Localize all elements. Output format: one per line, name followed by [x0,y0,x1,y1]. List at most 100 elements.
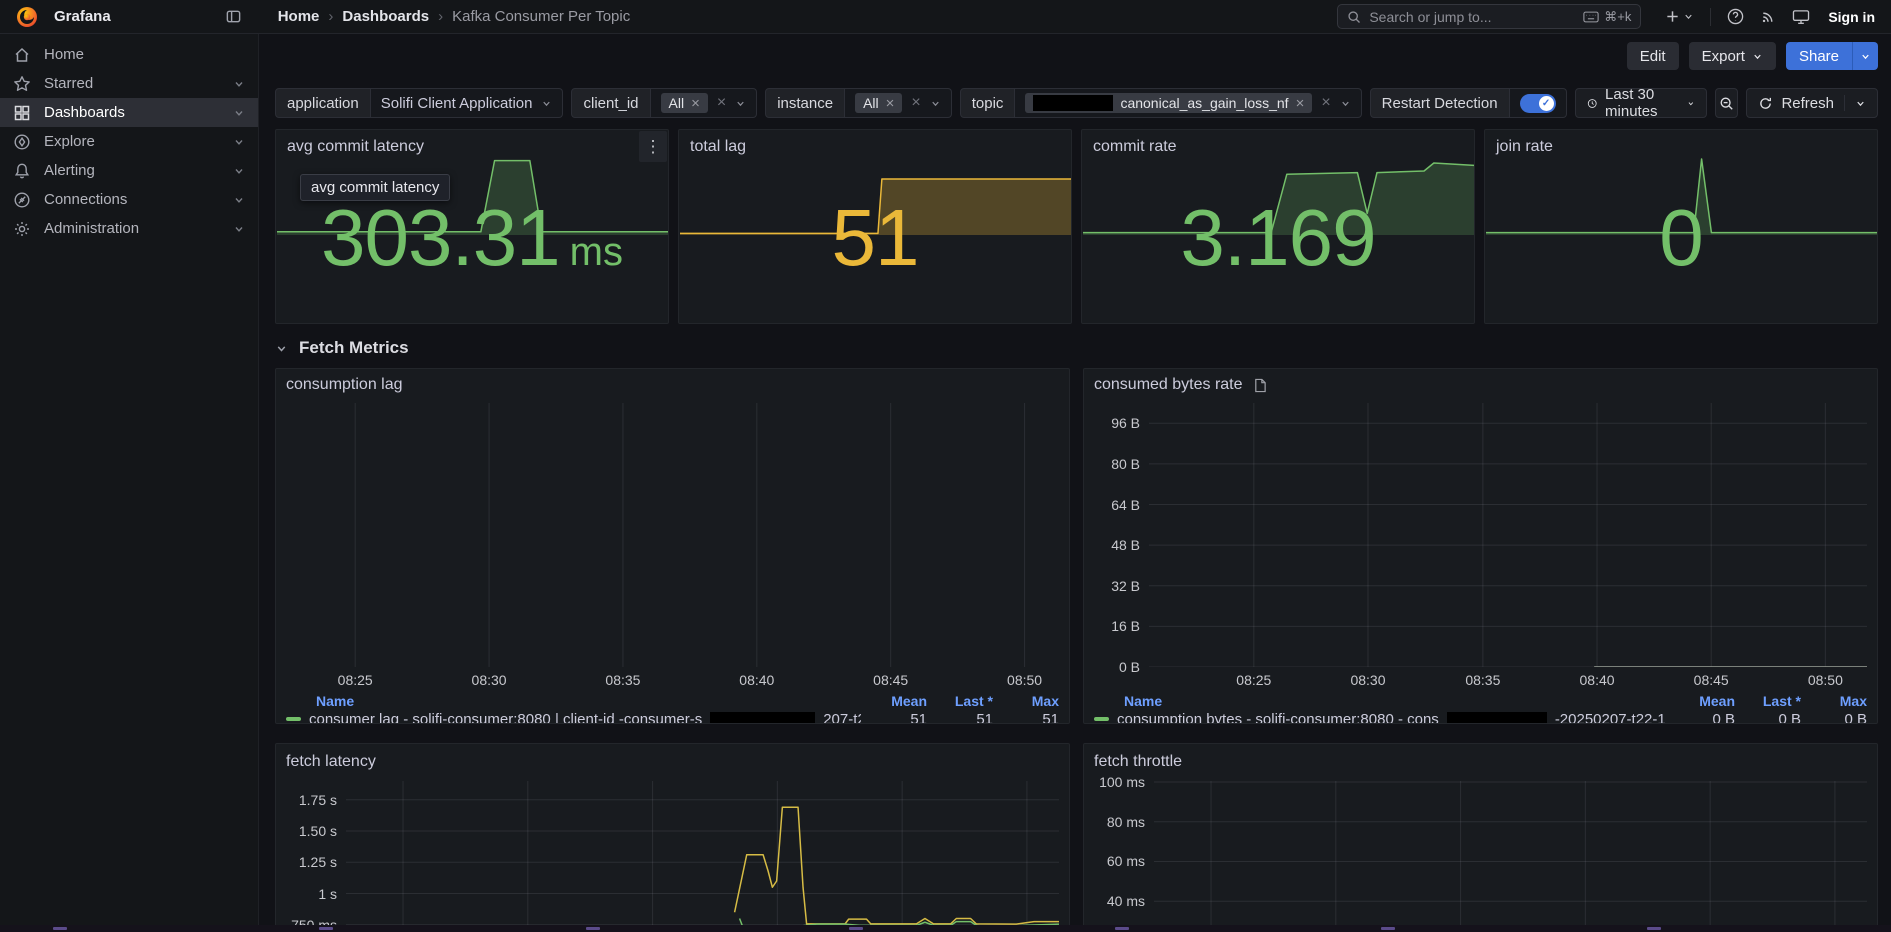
plot-area[interactable] [1149,403,1867,667]
breadcrumb-home[interactable]: Home [278,8,320,25]
plot-area[interactable] [294,403,1059,667]
plot-area[interactable] [346,781,1059,931]
consumption-lag-chart: 08:2508:3008:3508:4008:4508:50 [286,403,1059,689]
sidebar-item-label: Alerting [44,162,95,179]
clear-filter-icon[interactable]: × [717,94,726,112]
sidebar-item-starred[interactable]: Starred [0,69,258,98]
sidebar-item-home[interactable]: Home [0,40,258,69]
sign-in-button[interactable]: Sign in [1828,9,1875,25]
chevron-down-icon [735,98,746,109]
share-button[interactable]: Share [1786,42,1852,70]
filter-application: application Solifi Client Application [275,88,563,118]
sidebar-item-dashboards[interactable]: Dashboards [0,98,258,127]
series-last: 51 [927,711,993,725]
news-rss-icon[interactable] [1760,9,1776,25]
nav-icons [1665,8,1810,26]
chevron-down-icon [1687,98,1695,109]
legend-header-last[interactable]: Last * [927,693,993,709]
remove-value-icon[interactable]: × [691,96,700,111]
clear-filter-icon[interactable]: × [911,94,920,112]
chevron-down-icon[interactable] [1855,98,1866,109]
add-new-button[interactable] [1665,9,1694,24]
legend-header-mean[interactable]: Mean [1669,693,1735,709]
remove-value-icon[interactable]: × [1296,96,1305,111]
breadcrumb-dashboards[interactable]: Dashboards [342,8,429,25]
panel-consumption-lag[interactable]: consumption lag 08:2508:3008:3508:4008:4… [275,368,1070,724]
filter-value-pill[interactable]: All× [855,93,902,113]
sidebar-item-connections[interactable]: Connections [0,185,258,214]
chevron-down-icon[interactable] [233,194,245,206]
legend-header-max[interactable]: Max [993,693,1059,709]
legend-header-name[interactable]: Name [1094,693,1669,709]
time-range-picker[interactable]: Last 30 minutes [1575,88,1707,118]
client-id-select[interactable]: All× × [651,88,758,118]
charts-row-2: fetch latency 1.75 s1.50 s1.25 s1 s750 m… [275,743,1878,932]
sidebar-item-alerting[interactable]: Alerting [0,156,258,185]
sidebar-item-explore[interactable]: Explore [0,127,258,156]
stat-panel-avg-commit-latency[interactable]: avg commit latency ⋮ avg commit latency … [275,129,669,324]
stat-panel-commit-rate[interactable]: commit rate 3.169 [1081,129,1475,324]
help-icon[interactable] [1727,8,1744,25]
stat-value: 3.169 [1180,198,1375,278]
stat-unit: ms [570,230,623,275]
search-placeholder: Search or jump to... [1369,9,1575,25]
filter-label: client_id [571,88,650,118]
refresh-button[interactable]: Refresh [1746,88,1878,118]
search-input[interactable]: Search or jump to... ⌘+k [1337,4,1641,29]
panel-title: consumed bytes rate [1094,376,1243,394]
series-color-swatch [1094,717,1109,721]
plot-area[interactable] [1154,781,1867,931]
legend-series-row[interactable]: consumption bytes - solifi-consumer:8080… [1094,710,1867,724]
legend-header-last[interactable]: Last * [1735,693,1801,709]
stat-panel-total-lag[interactable]: total lag 51 [678,129,1072,324]
filter-value-pill[interactable]: All× [661,93,708,113]
sidebar-item-label: Starred [44,75,93,92]
zoom-out-icon [1719,96,1734,111]
breadcrumb-current: Kafka Consumer Per Topic [452,8,630,25]
zoom-out-button[interactable] [1715,88,1739,118]
series-mean: 51 [861,711,927,725]
chevron-down-icon[interactable] [233,165,245,177]
section-fetch-metrics[interactable]: Fetch Metrics [275,337,1878,359]
panel-menu-icon[interactable]: ⋮ [639,131,667,162]
filter-value-pill[interactable]: canonical_as_gain_loss_nf × [1025,93,1312,113]
axis-spacer [286,667,294,689]
filter-topic: topic canonical_as_gain_loss_nf × × [960,88,1362,118]
legend-header-max[interactable]: Max [1801,693,1867,709]
grafana-logo-icon[interactable] [16,6,38,28]
panel-consumed-bytes-rate[interactable]: consumed bytes rate 96 B80 B64 B48 B32 B… [1083,368,1878,724]
chevron-down-icon[interactable] [233,136,245,148]
charts-row-1: consumption lag 08:2508:3008:3508:4008:4… [275,368,1878,724]
sidebar-item-label: Administration [44,220,139,237]
application-select[interactable]: Solifi Client Application [371,88,564,118]
instance-select[interactable]: All× × [845,88,952,118]
stat-panel-join-rate[interactable]: join rate 0 [1484,129,1878,324]
chevron-down-icon [930,98,941,109]
legend-series-row[interactable]: consumer lag - solifi-consumer:8080 | cl… [286,710,1059,724]
y-axis-labels: 96 B80 B64 B48 B32 B16 B0 B [1094,403,1149,667]
keyboard-icon [1583,11,1599,23]
filter-client-id: client_id All× × [571,88,757,118]
adapter-icon [13,191,31,209]
restart-detection-toggle[interactable]: ✓ [1520,94,1556,113]
share-menu-button[interactable] [1852,42,1878,70]
panel-fetch-throttle[interactable]: fetch throttle 100 ms80 ms60 ms40 ms [1083,743,1878,932]
restart-detection-toggle-wrap: ✓ [1510,88,1567,118]
legend-header-mean[interactable]: Mean [861,693,927,709]
remove-value-icon[interactable]: × [886,96,895,111]
legend-header-name[interactable]: Name [286,693,861,709]
plus-icon [1665,9,1680,24]
panel-link-icon[interactable] [1253,378,1267,393]
filter-bar: application Solifi Client Application cl… [275,88,1878,118]
sidebar-toggle-icon[interactable] [225,8,242,25]
chevron-down-icon[interactable] [233,223,245,235]
panel-fetch-latency[interactable]: fetch latency 1.75 s1.50 s1.25 s1 s750 m… [275,743,1070,932]
topic-select[interactable]: canonical_as_gain_loss_nf × × [1015,88,1361,118]
edit-button[interactable]: Edit [1627,42,1679,70]
chevron-down-icon[interactable] [233,107,245,119]
chevron-down-icon[interactable] [233,78,245,90]
monitor-icon[interactable] [1792,9,1810,25]
sidebar-item-administration[interactable]: Administration [0,214,258,243]
clear-filter-icon[interactable]: × [1321,94,1330,112]
export-button[interactable]: Export [1689,42,1776,70]
